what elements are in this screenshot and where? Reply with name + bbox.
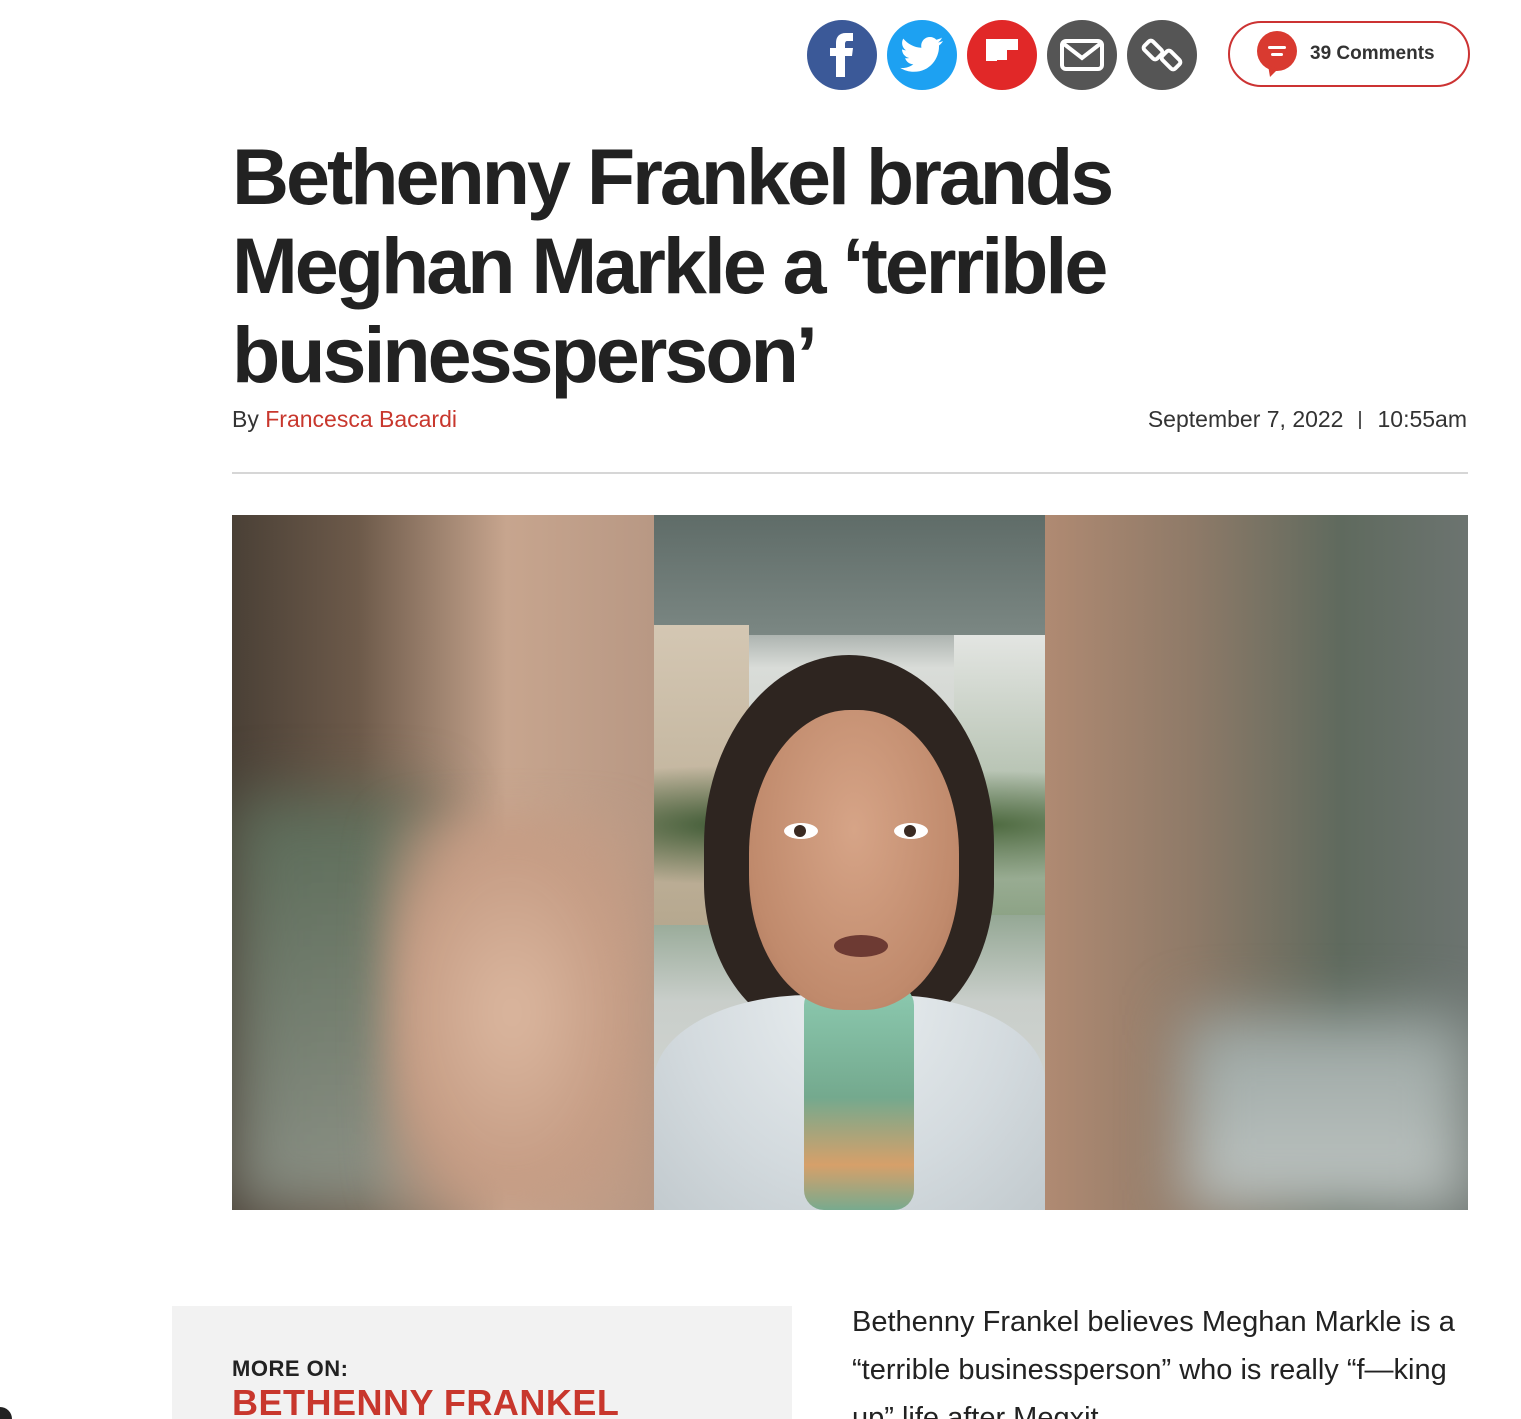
copy-link-button[interactable] xyxy=(1127,20,1197,90)
dateline: September 7, 2022 10:55am xyxy=(1148,406,1467,433)
byline-prefix: By xyxy=(232,406,259,432)
mail-icon xyxy=(1060,39,1104,71)
video-blur-background-right xyxy=(1045,515,1468,1210)
more-on-box: MORE ON: BETHENNY FRANKEL xyxy=(172,1306,792,1419)
more-on-topic-link[interactable]: BETHENNY FRANKEL xyxy=(232,1382,619,1419)
twitter-share-button[interactable] xyxy=(887,20,957,90)
comment-bubble-icon xyxy=(1257,31,1297,77)
header-divider xyxy=(232,472,1468,474)
link-icon xyxy=(1141,38,1183,72)
twitter-icon xyxy=(900,37,943,72)
comments-count-label: 39 Comments xyxy=(1310,43,1435,64)
video-blur-background-left xyxy=(232,515,654,1210)
share-bar xyxy=(807,20,1207,90)
publish-time: 10:55am xyxy=(1377,406,1467,432)
more-on-kicker: MORE ON: xyxy=(232,1356,349,1381)
flipboard-icon xyxy=(986,39,1018,61)
publish-date: September 7, 2022 xyxy=(1147,406,1344,432)
article-page: 39 Comments Bethenny Frankel brands Megh… xyxy=(0,0,1521,1419)
comments-button[interactable]: 39 Comments xyxy=(1228,21,1470,87)
facebook-share-button[interactable] xyxy=(807,20,877,90)
article-body-paragraph: Bethenny Frankel believes Meghan Markle … xyxy=(852,1306,1455,1419)
article-headline: Bethenny Frankel brands Meghan Markle a … xyxy=(232,132,1114,399)
email-share-button[interactable] xyxy=(1047,20,1117,90)
article-video[interactable] xyxy=(232,515,1468,1210)
author-link[interactable]: Francesca Bacardi xyxy=(265,406,457,432)
facebook-icon xyxy=(830,33,853,77)
video-frame xyxy=(654,515,1045,1210)
flipboard-share-button[interactable] xyxy=(967,20,1037,90)
date-separator xyxy=(1359,410,1362,429)
window-corner xyxy=(0,1407,12,1419)
byline: By Francesca Bacardi xyxy=(232,406,457,433)
